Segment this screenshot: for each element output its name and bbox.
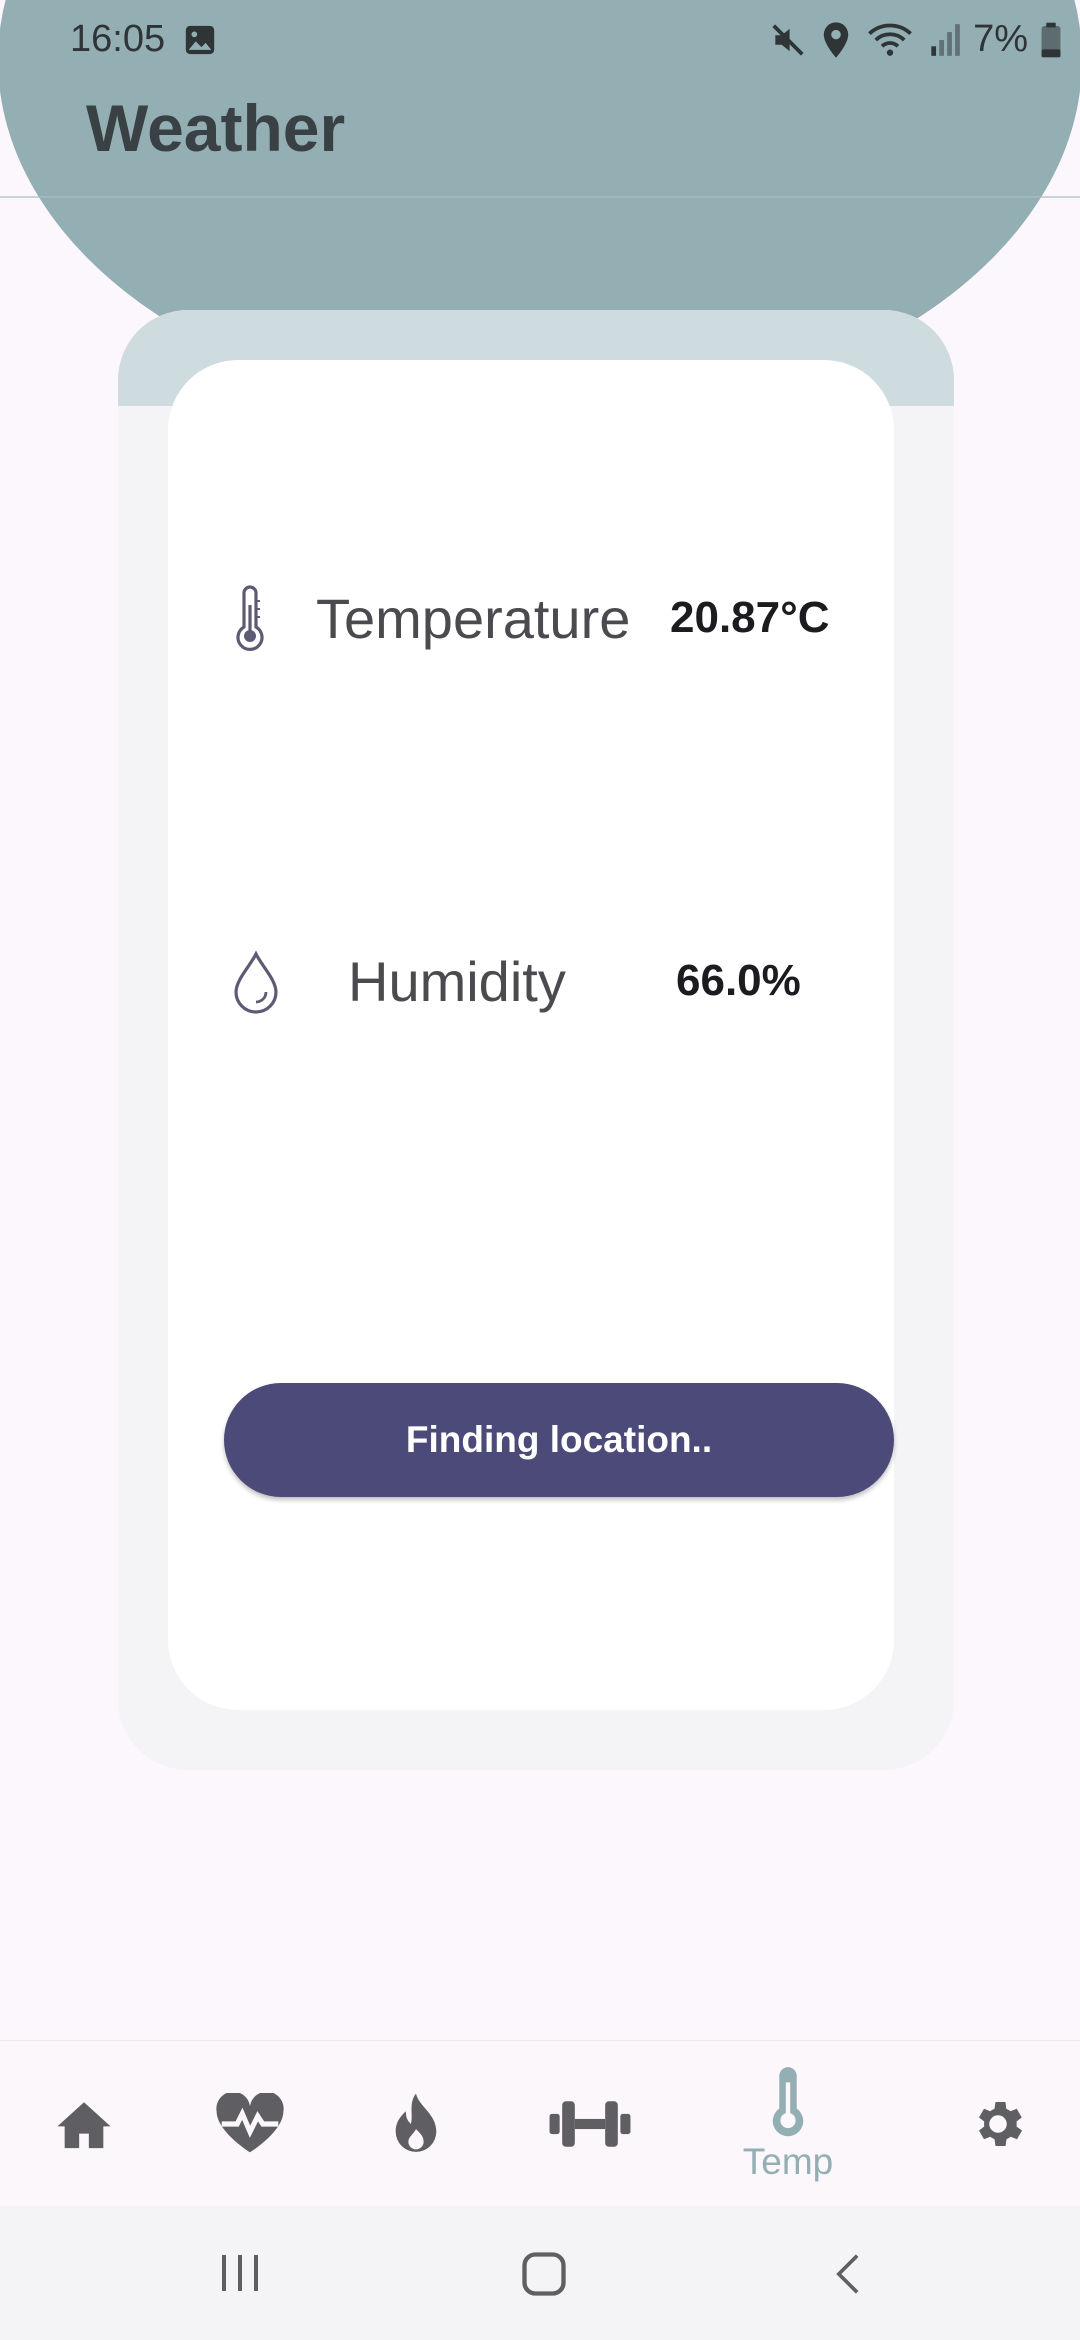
- home-icon: [57, 2102, 111, 2149]
- home-button-icon[interactable]: [518, 2248, 570, 2300]
- humidity-value: 66.0%: [676, 956, 801, 1005]
- humidity-row: Humidity 66.0%: [168, 936, 894, 1026]
- find-location-button[interactable]: Finding location..: [224, 1383, 894, 1497]
- thermometer-icon: [236, 585, 264, 651]
- nav-settings[interactable]: [950, 2041, 1046, 2207]
- page-title: Weather: [86, 91, 346, 165]
- back-icon[interactable]: [826, 2248, 870, 2300]
- wifi-icon: [868, 23, 912, 56]
- header-divider: [0, 196, 1080, 198]
- temperature-label: Temperature: [316, 586, 631, 650]
- heart-pulse-icon: [216, 2093, 284, 2153]
- temperature-value: 20.87°C: [670, 593, 830, 642]
- nav-calories[interactable]: [366, 2041, 466, 2207]
- thermometer-icon: [772, 2067, 804, 2137]
- bottom-nav: Temp: [0, 2040, 1080, 2207]
- location-icon: [823, 21, 849, 58]
- mute-icon: [772, 23, 804, 56]
- flame-icon: [395, 2093, 437, 2152]
- status-bar: 16:05 7%: [0, 0, 1080, 80]
- dumbbell-icon: [549, 2101, 631, 2147]
- recent-apps-icon[interactable]: [216, 2248, 264, 2298]
- nav-health[interactable]: [200, 2041, 300, 2207]
- weather-card: Temperature 20.87°C Humidity 66.0%: [168, 360, 894, 1710]
- nav-temp[interactable]: Temp: [728, 2041, 848, 2207]
- signal-icon: [931, 23, 960, 56]
- battery-icon: [1041, 22, 1061, 57]
- nav-home[interactable]: [36, 2041, 132, 2207]
- battery-percent: 7%: [973, 18, 1028, 60]
- nav-temp-label: Temp: [742, 2141, 834, 2182]
- humidity-label: Humidity: [348, 949, 566, 1013]
- system-nav-bar: [0, 2206, 1080, 2340]
- gear-icon: [979, 2102, 1022, 2146]
- nav-workout[interactable]: [542, 2041, 638, 2207]
- gallery-icon: [185, 25, 215, 55]
- status-time: 16:05: [70, 18, 166, 60]
- temperature-row: Temperature 20.87°C: [168, 573, 894, 663]
- droplet-icon: [234, 950, 278, 1014]
